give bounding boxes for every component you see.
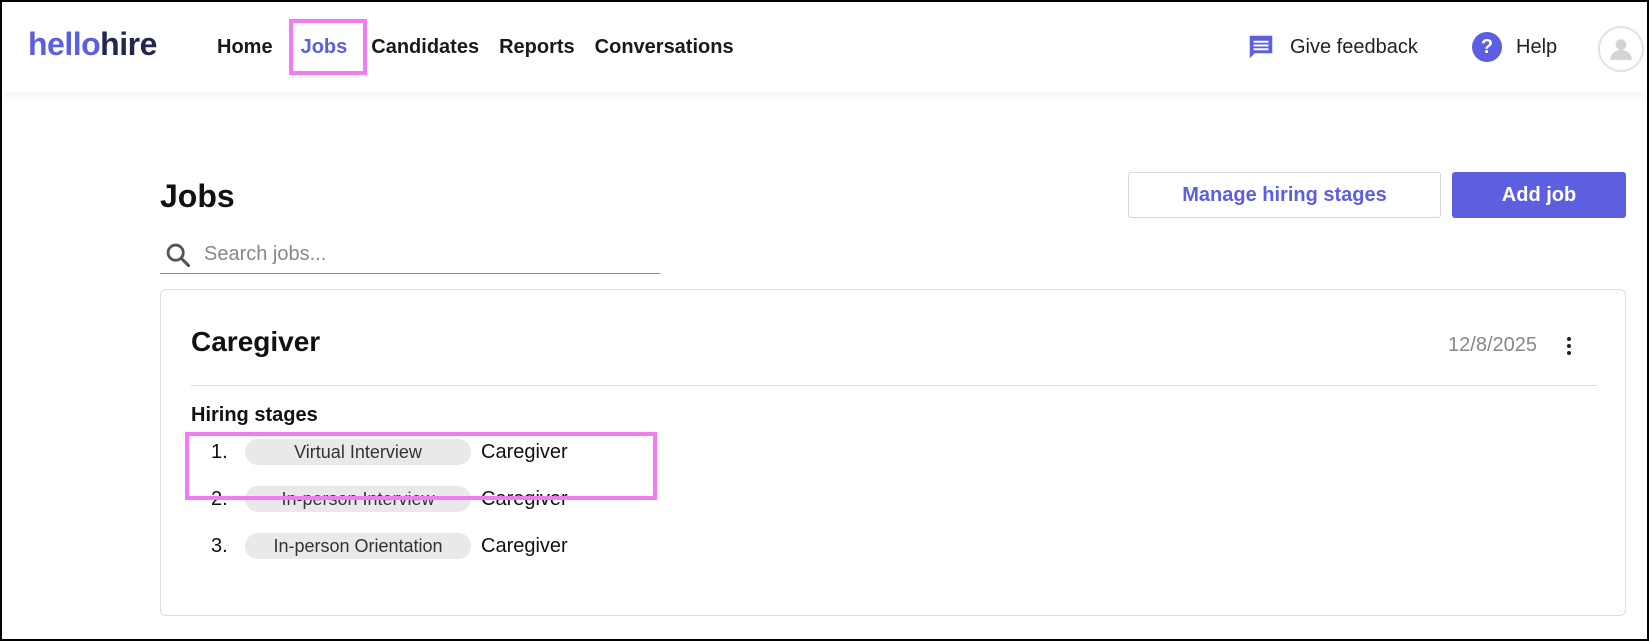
logo-hello: hello	[28, 26, 101, 62]
nav-jobs-highlight	[289, 19, 367, 75]
chat-bubble-icon	[1249, 35, 1273, 59]
search-bar	[160, 236, 660, 274]
add-job-button[interactable]: Add job	[1452, 172, 1626, 218]
stage-highlight	[185, 432, 657, 500]
user-avatar[interactable]	[1598, 26, 1644, 72]
manage-hiring-stages-button[interactable]: Manage hiring stages	[1128, 172, 1441, 218]
stage-job-name: Caregiver	[481, 534, 568, 557]
job-date: 12/8/2025	[1448, 334, 1537, 356]
user-icon	[1610, 39, 1632, 60]
logo-hire: hire	[100, 26, 157, 62]
search-icon	[166, 243, 191, 267]
more-options-icon[interactable]	[1559, 334, 1579, 358]
top-header: hellohire Home Jobs Candidates Reports C…	[2, 2, 1647, 92]
stage-number: 3.	[211, 534, 228, 557]
page-title: Jobs	[160, 178, 235, 214]
help-label: Help	[1516, 35, 1558, 58]
hellohire-logo[interactable]: hellohire	[28, 26, 157, 63]
question-circle-icon: ?	[1472, 32, 1502, 62]
search-jobs-input[interactable]	[204, 243, 644, 266]
feedback-label: Give feedback	[1290, 35, 1418, 58]
nav-conversations[interactable]: Conversations	[595, 36, 734, 59]
job-title[interactable]: Caregiver	[191, 326, 320, 358]
nav-home[interactable]: Home	[217, 36, 273, 59]
nav-candidates[interactable]: Candidates	[371, 36, 479, 59]
nav-reports[interactable]: Reports	[499, 36, 575, 59]
stage-pill: In-person Orientation	[245, 533, 471, 559]
stage-row: 3. In-person Orientation Caregiver	[211, 531, 568, 561]
hiring-stages-label: Hiring stages	[191, 404, 318, 426]
card-divider	[191, 385, 1597, 386]
help-button[interactable]: ? Help	[1472, 32, 1557, 62]
give-feedback-button[interactable]: Give feedback	[1246, 32, 1418, 62]
